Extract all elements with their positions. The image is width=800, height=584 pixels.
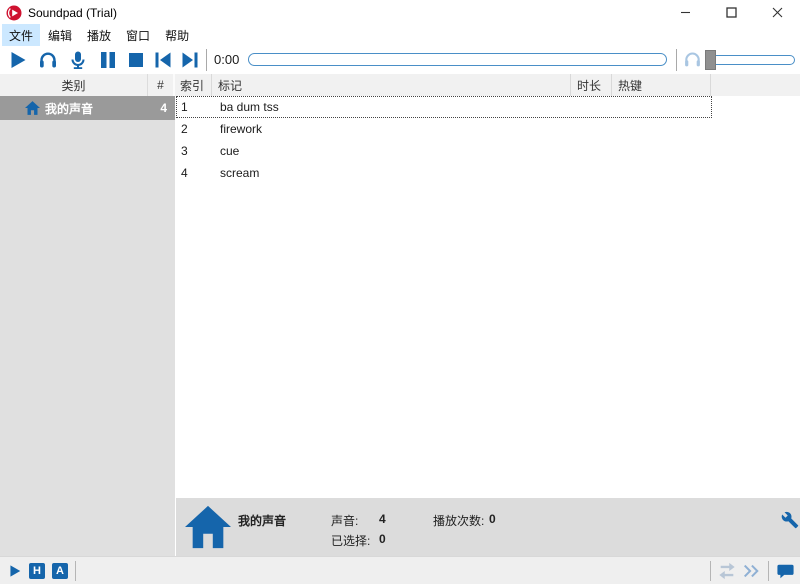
headphones-volume-icon[interactable] — [683, 50, 702, 69]
pause-button[interactable] — [98, 50, 118, 70]
sound-label-cell: cue — [213, 144, 572, 158]
repeat-icon[interactable] — [718, 562, 736, 580]
header-filler — [711, 74, 798, 96]
hotkeys-toggle[interactable]: H — [29, 563, 45, 579]
sound-list: 1 ba dum tss 2 firework 3 cue 4 scream — [176, 96, 800, 498]
close-button[interactable] — [754, 0, 800, 25]
panel-category-name: 我的声音 — [238, 512, 286, 529]
volume-slider[interactable] — [705, 50, 795, 70]
category-item-label: 我的声音 — [45, 100, 160, 117]
statusbar-separator — [768, 561, 769, 581]
microphone-button[interactable] — [68, 50, 88, 70]
selected-count-value: 0 — [379, 532, 386, 546]
seek-bar[interactable] — [248, 53, 667, 66]
hotkey-column-header[interactable]: 热键 — [612, 74, 711, 96]
category-sidebar: 我的声音 4 — [0, 96, 175, 556]
house-icon — [25, 101, 40, 115]
category-header: 类别 # — [0, 74, 175, 96]
menu-item-help[interactable]: 帮助 — [158, 24, 196, 47]
window-title: Soundpad (Trial) — [28, 6, 117, 20]
sound-index-cell: 3 — [176, 144, 213, 158]
soundpad-logo-icon — [6, 5, 22, 21]
volume-track[interactable] — [705, 55, 795, 65]
play-button[interactable] — [8, 50, 28, 70]
minimize-button[interactable] — [662, 0, 708, 25]
sound-index-cell: 4 — [176, 166, 213, 180]
toolbar-separator — [206, 49, 207, 71]
app-window: Soundpad (Trial) 文件编辑播放窗口帮助 — [0, 0, 800, 584]
play-count-value: 0 — [489, 512, 496, 526]
sound-label-cell: scream — [213, 166, 572, 180]
sound-label-cell: firework — [213, 122, 572, 136]
house-icon — [185, 504, 231, 550]
category-status-panel: 我的声音 声音: 4 播放次数: 0 已选择: 0 — [176, 498, 800, 556]
category-count-column-header[interactable]: # — [148, 74, 173, 96]
chat-bubble-icon[interactable] — [777, 563, 795, 581]
sound-label-cell: ba dum tss — [213, 100, 572, 114]
toolbar-separator — [676, 49, 677, 71]
title-bar: Soundpad (Trial) — [0, 0, 800, 25]
category-item-count: 4 — [160, 101, 167, 115]
sound-index-cell: 2 — [176, 122, 213, 136]
duration-column-header[interactable]: 时长 — [571, 74, 612, 96]
statusbar-separator — [75, 561, 76, 581]
play-count-label: 播放次数: — [433, 512, 484, 529]
fast-forward-icon[interactable] — [742, 562, 760, 580]
sound-row[interactable]: 4 scream — [176, 162, 712, 184]
sounds-count-label: 声音: — [331, 512, 358, 529]
label-column-header[interactable]: 标记 — [212, 74, 571, 96]
maximize-button[interactable] — [708, 0, 754, 25]
play-through-headphones-button[interactable] — [38, 50, 58, 70]
soundlist-header: 索引 标记 时长 热键 — [175, 74, 798, 96]
menu-bar: 文件编辑播放窗口帮助 — [0, 25, 800, 46]
sound-row[interactable]: 2 firework — [176, 118, 712, 140]
menu-item-play[interactable]: 播放 — [80, 24, 118, 47]
sound-row[interactable]: 3 cue — [176, 140, 712, 162]
settings-wrench-icon[interactable] — [781, 511, 799, 529]
skip-next-button[interactable] — [180, 50, 200, 70]
index-column-header[interactable]: 索引 — [175, 74, 212, 96]
autoplay-toggle[interactable]: A — [52, 563, 68, 579]
selected-count-label: 已选择: — [331, 532, 370, 549]
stop-button[interactable] — [126, 50, 146, 70]
menu-item-edit[interactable]: 编辑 — [41, 24, 79, 47]
playback-toolbar: 0:00 — [0, 46, 800, 74]
column-header-row: 类别 # 索引 标记 时长 热键 — [0, 74, 800, 96]
window-controls — [662, 0, 800, 25]
sound-index-cell: 1 — [176, 100, 213, 114]
skip-previous-button[interactable] — [153, 50, 173, 70]
volume-handle[interactable] — [705, 50, 716, 70]
play-status-icon — [8, 564, 22, 578]
category-item[interactable]: 我的声音 4 — [0, 96, 175, 120]
category-name-column-header[interactable]: 类别 — [0, 74, 148, 96]
menu-item-file[interactable]: 文件 — [2, 24, 40, 47]
sounds-count-value: 4 — [379, 512, 386, 526]
status-bar: H A — [0, 556, 800, 584]
menu-item-window[interactable]: 窗口 — [119, 24, 157, 47]
sound-row[interactable]: 1 ba dum tss — [176, 96, 712, 118]
statusbar-separator — [710, 561, 711, 581]
playback-time: 0:00 — [214, 52, 239, 67]
